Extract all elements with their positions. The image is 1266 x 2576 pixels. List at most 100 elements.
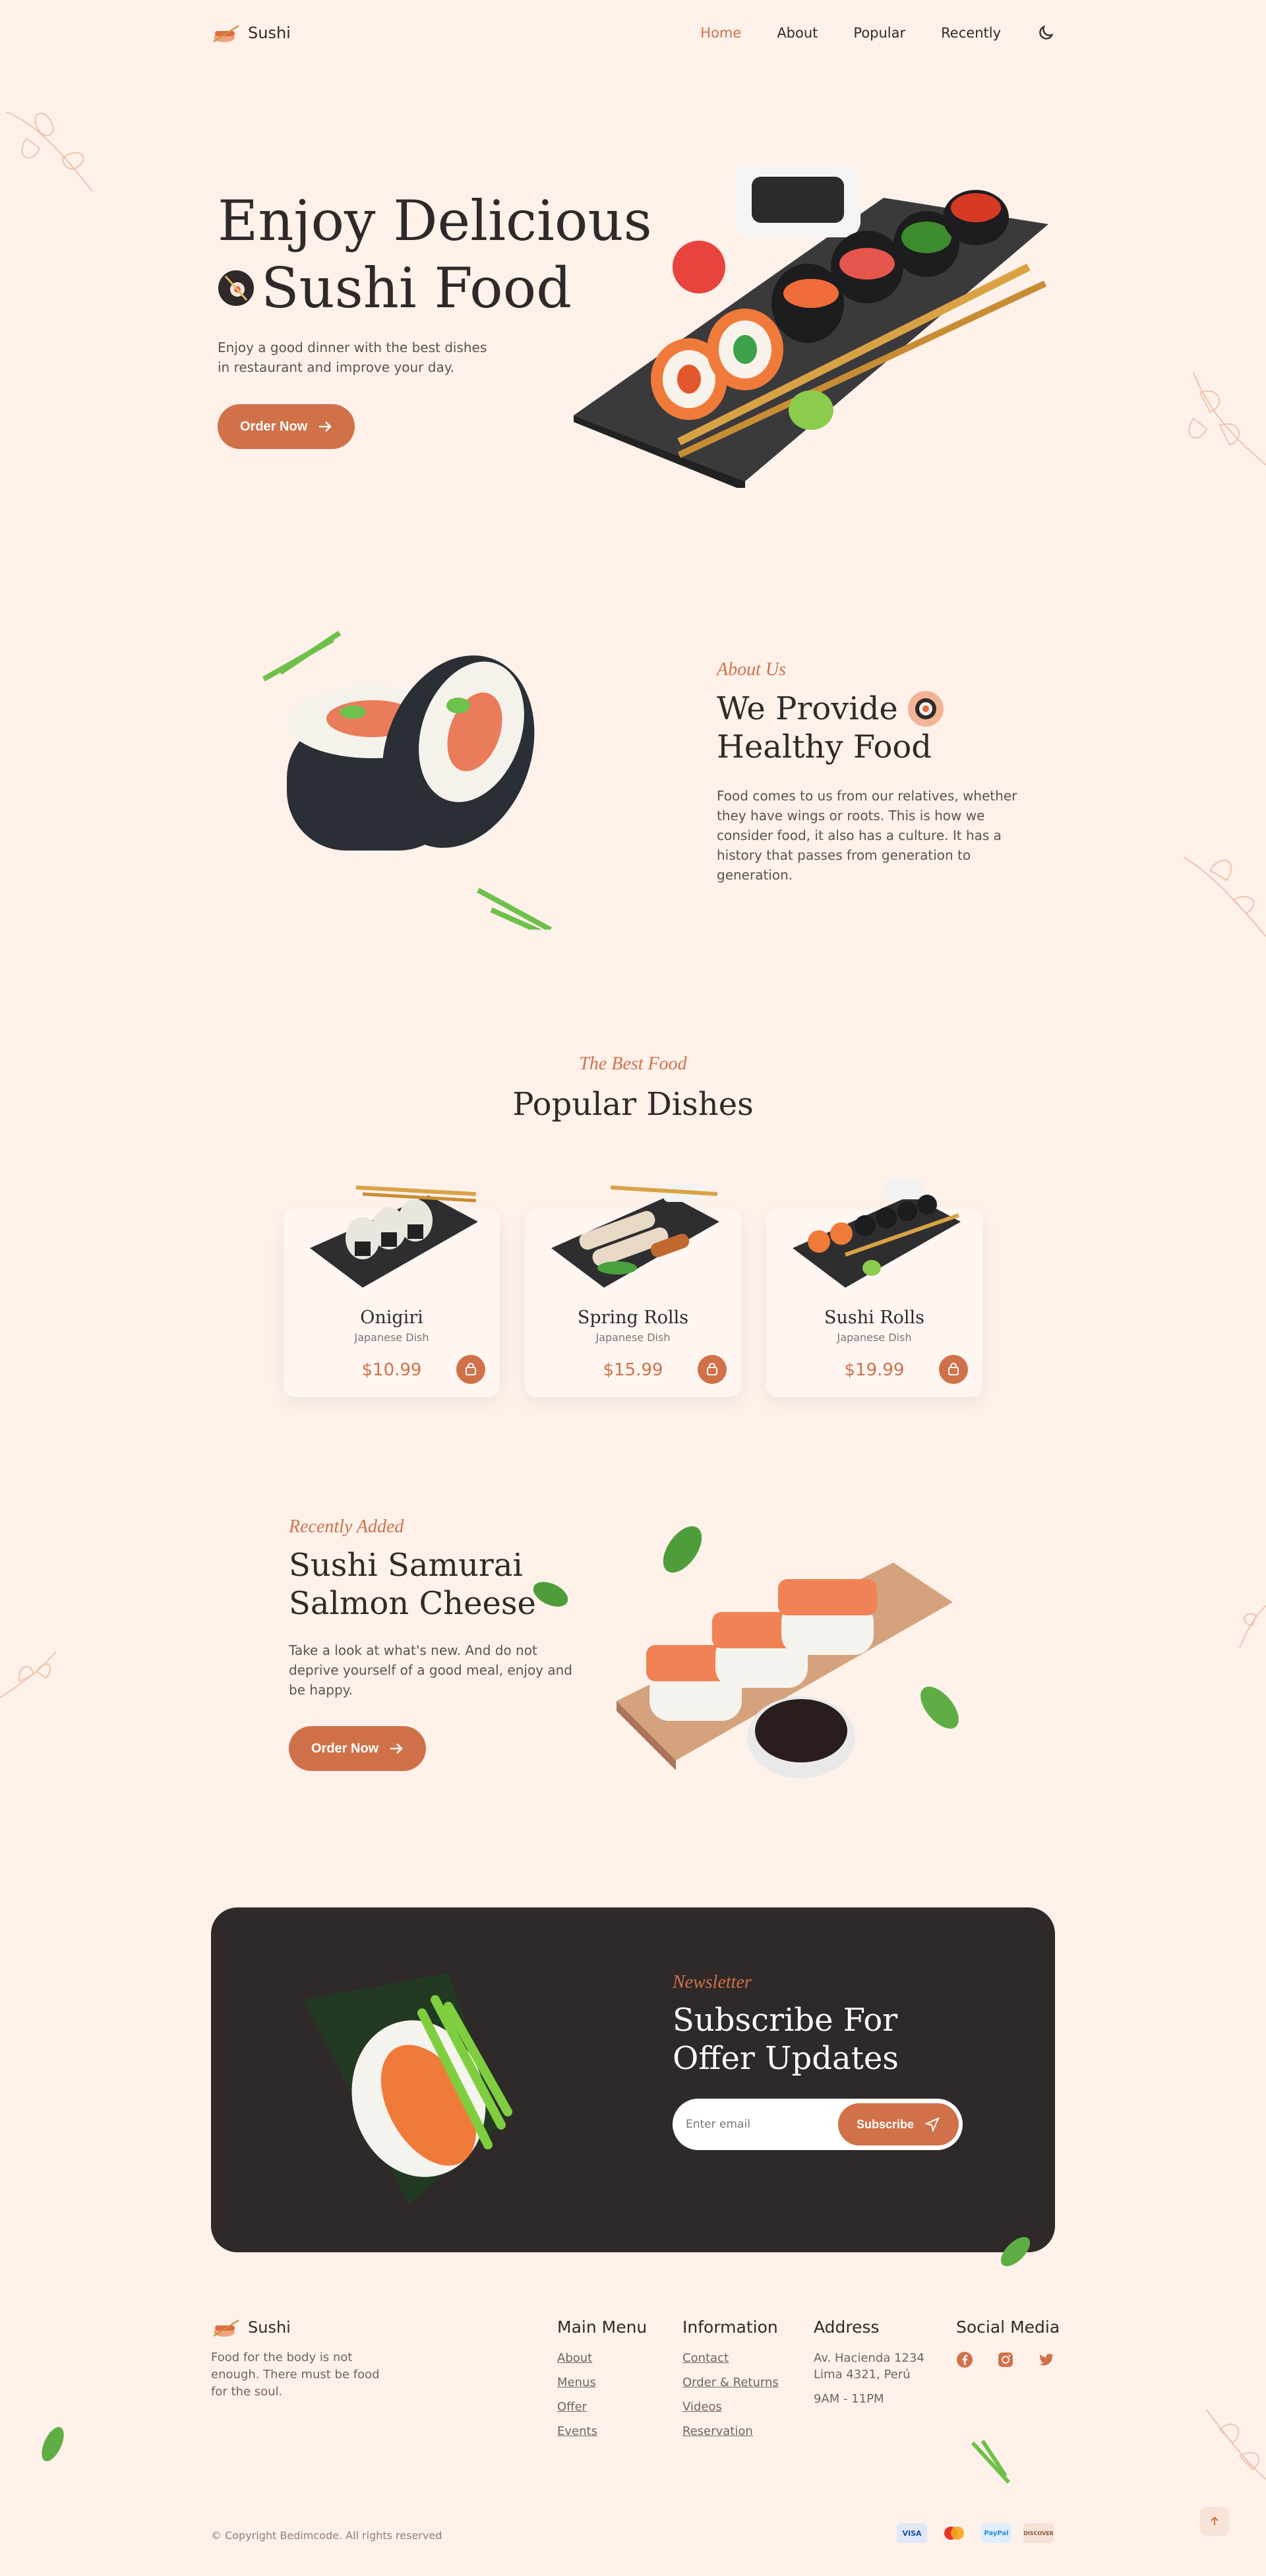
discover-payment-icon: DISCOVER xyxy=(1023,2523,1054,2543)
leaf-decoration-icon xyxy=(6,111,93,192)
hero-order-now-label: Order Now xyxy=(240,419,308,434)
dish-card[interactable]: Spring Rolls Japanese Dish $15.99 xyxy=(525,1183,741,1397)
popular-title: Popular Dishes xyxy=(512,1086,754,1123)
about-sushi-roll-image xyxy=(262,630,552,930)
mastercard-payment-icon xyxy=(939,2523,969,2543)
address-line2: Lima 4321, Perú xyxy=(814,2368,911,2381)
facebook-icon[interactable] xyxy=(956,2351,973,2368)
mastercard-logo xyxy=(944,2527,964,2540)
hero-order-now-button[interactable]: Order Now xyxy=(218,404,355,449)
footer-link-offer[interactable]: Offer xyxy=(557,2400,647,2414)
newsletter-section: Newsletter Subscribe For Offer Updates S… xyxy=(211,1907,1055,2252)
shopping-bag-icon xyxy=(948,1363,959,1375)
footer-col-title: Main Menu xyxy=(557,2318,648,2337)
email-input[interactable] xyxy=(686,2118,818,2131)
salmon-cheese-image xyxy=(533,1526,959,1778)
leaf-decoration-icon xyxy=(1188,372,1266,465)
about-kicker: About Us xyxy=(717,659,786,680)
discover-label: DISCOVER xyxy=(1023,2530,1054,2536)
temaki-hand-roll-image xyxy=(303,1973,512,2204)
leaf-decoration-icon xyxy=(0,1651,57,1698)
footer-information: Information Contact Order & Returns Vide… xyxy=(682,2318,779,2449)
shopping-bag-icon xyxy=(466,1363,476,1375)
about-title: We Provide Healthy Food xyxy=(717,690,944,766)
footer-link-menus[interactable]: Menus xyxy=(557,2376,647,2389)
onigiri-image xyxy=(310,1185,478,1288)
dish-name: Sushi Rolls xyxy=(824,1307,925,1328)
leaf-decoration-icon xyxy=(1239,1605,1266,1649)
sushi-logo-icon xyxy=(213,24,239,43)
sushi-badge-icon xyxy=(907,691,944,727)
brand-name: Sushi xyxy=(248,24,291,42)
footer-brand-name: Sushi xyxy=(248,2318,291,2337)
sushi-rolls-image xyxy=(793,1180,961,1288)
instagram-icon[interactable] xyxy=(997,2351,1014,2368)
visa-payment-icon: VISA xyxy=(897,2523,927,2543)
footer-link-order-returns[interactable]: Order & Returns xyxy=(682,2376,779,2389)
paypal-payment-icon: PayPal xyxy=(981,2523,1011,2543)
hero-description: Enjoy a good dinner with the best dishes… xyxy=(218,340,487,375)
about-title-line2: Healthy Food xyxy=(717,729,932,765)
subscribe-label: Subscribe xyxy=(856,2117,914,2131)
nav-home[interactable]: Home xyxy=(700,25,741,41)
newsletter-title: Subscribe For Offer Updates xyxy=(673,2001,899,2078)
address-line1: Av. Hacienda 1234 xyxy=(814,2351,924,2365)
add-to-cart-button[interactable] xyxy=(698,1355,727,1384)
social-links xyxy=(956,2351,1060,2368)
leaf-decoration-icon xyxy=(1206,2409,1266,2480)
copyright-text: © Copyright Bedimcode. All rights reserv… xyxy=(211,2529,442,2542)
about-description: Food comes to us from our relatives, whe… xyxy=(717,788,1017,883)
leaf-decoration-icon xyxy=(42,2427,64,2461)
recently-order-now-button[interactable]: Order Now xyxy=(289,1726,427,1771)
spring-rolls-image xyxy=(551,1183,719,1288)
nav-popular[interactable]: Popular xyxy=(853,25,905,41)
newsletter-kicker: Newsletter xyxy=(673,1972,752,1992)
popular-kicker: The Best Food xyxy=(579,1054,687,1074)
footer-link-contact[interactable]: Contact xyxy=(682,2351,779,2365)
footer-tagline: Food for the body is not enough. There m… xyxy=(211,2351,380,2399)
footer-link-events[interactable]: Events xyxy=(557,2424,647,2438)
twitter-icon[interactable] xyxy=(1038,2351,1055,2368)
recently-title: Sushi Samurai Salmon Cheese xyxy=(289,1546,536,1623)
leaf-decoration-icon xyxy=(1000,2236,1031,2267)
opening-hours: 9AM - 11PM xyxy=(814,2392,884,2406)
subscribe-button[interactable]: Subscribe xyxy=(837,2103,959,2145)
leaf-decoration-icon xyxy=(1183,856,1266,937)
dish-name: Spring Rolls xyxy=(577,1307,689,1328)
visa-label: VISA xyxy=(902,2529,922,2538)
green-onion-decoration-icon xyxy=(971,2440,1011,2484)
hero-title-line2: Sushi Food xyxy=(261,256,572,320)
shopping-bag-icon xyxy=(707,1363,717,1375)
footer-address: Address Av. Hacienda 1234 Lima 4321, Per… xyxy=(814,2318,924,2416)
dish-card[interactable]: Onigiri Japanese Dish $10.99 xyxy=(284,1185,500,1397)
footer-main-menu: Main Menu About Menus Offer Events xyxy=(557,2318,647,2449)
dish-type: Japanese Dish xyxy=(354,1331,429,1344)
arrow-right-icon xyxy=(390,1743,403,1754)
newsletter-title-line1: Subscribe For xyxy=(673,2002,898,2039)
arrow-up-icon xyxy=(1211,2516,1219,2525)
footer-link-videos[interactable]: Videos xyxy=(682,2400,779,2414)
arrow-right-icon xyxy=(319,421,332,432)
theme-toggle-moon-icon[interactable] xyxy=(1037,24,1055,42)
recently-title-line1: Sushi Samurai xyxy=(289,1547,523,1584)
recently-title-line2: Salmon Cheese xyxy=(289,1585,536,1622)
footer-logo[interactable]: Sushi xyxy=(211,2316,382,2339)
footer-brand: Sushi Food for the body is not enough. T… xyxy=(211,2316,382,2401)
footer-col-title: Social Media xyxy=(956,2318,1060,2337)
dish-card[interactable]: Sushi Rolls Japanese Dish $19.99 xyxy=(766,1180,982,1397)
add-to-cart-button[interactable] xyxy=(939,1355,968,1384)
send-icon xyxy=(924,2117,940,2132)
site-header: Sushi Home About Popular Recently xyxy=(211,17,1055,49)
footer-link-about[interactable]: About xyxy=(557,2351,647,2365)
scroll-up-button[interactable] xyxy=(1200,2507,1229,2536)
newsletter-title-line2: Offer Updates xyxy=(673,2040,899,2077)
paypal-label: PayPal xyxy=(984,2529,1009,2537)
nav-about[interactable]: About xyxy=(777,25,818,41)
main-nav: Home About Popular Recently xyxy=(700,24,1055,42)
brand-logo[interactable]: Sushi xyxy=(211,22,291,44)
add-to-cart-button[interactable] xyxy=(456,1355,485,1384)
nav-recently[interactable]: Recently xyxy=(941,25,1001,41)
footer-link-reservation[interactable]: Reservation xyxy=(682,2424,779,2438)
footer-col-title: Address xyxy=(814,2318,880,2337)
footer-col-title: Information xyxy=(682,2318,778,2337)
